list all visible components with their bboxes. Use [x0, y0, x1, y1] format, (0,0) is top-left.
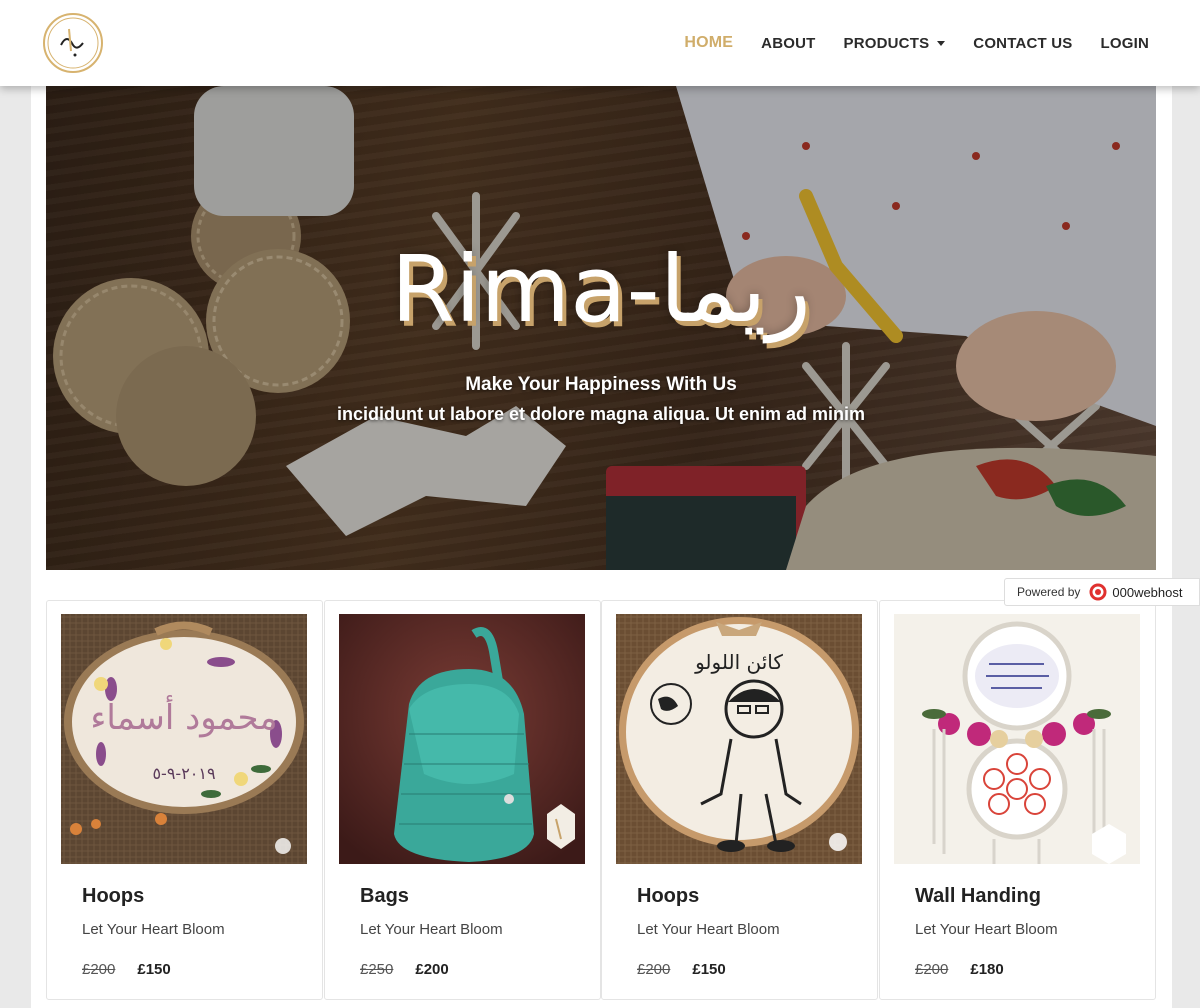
hero-subtitle: Make Your Happiness With Us [465, 374, 737, 395]
product-image-embroidery-hoop[interactable]: محمود أسماء ٢٠١٩-٩-٥ [61, 614, 307, 864]
webhost-logo-icon [1089, 583, 1107, 601]
product-description: Let Your Heart Bloom [360, 921, 503, 938]
product-prices: £250 £200 [360, 961, 449, 978]
product-card[interactable]: كائن اللولو Hoops Let Your Heart Bloom £… [601, 600, 878, 1000]
new-price: £180 [970, 961, 1004, 978]
product-title[interactable]: Bags [360, 885, 409, 908]
product-image-wall-hanging[interactable] [894, 614, 1140, 864]
product-title[interactable]: Wall Handing [915, 885, 1041, 908]
old-price: £250 [360, 961, 394, 978]
old-price: £200 [637, 961, 671, 978]
powered-by-brand: 000webhost [1112, 584, 1183, 600]
nav-about[interactable]: ABOUT [761, 35, 815, 52]
nav-contact[interactable]: CONTACT US [973, 35, 1072, 52]
hero-title: Rima-ريما [391, 236, 811, 343]
powered-by-label: Powered by [1017, 585, 1081, 599]
product-card[interactable]: محمود أسماء ٢٠١٩-٩-٥ Hoops Let Your Hear… [46, 600, 323, 1000]
product-description: Let Your Heart Bloom [915, 921, 1058, 938]
product-prices: £200 £150 [637, 961, 726, 978]
product-image-portrait-hoop[interactable]: كائن اللولو [616, 614, 862, 864]
nav-products[interactable]: PRODUCTS [844, 35, 946, 52]
powered-by-badge[interactable]: Powered by 000webhost [1004, 578, 1200, 606]
old-price: £200 [82, 961, 116, 978]
nav-products-label: PRODUCTS [843, 34, 930, 52]
product-description: Let Your Heart Bloom [637, 921, 780, 938]
product-image-knit-bag[interactable] [339, 614, 585, 864]
svg-text:كائن اللولو: كائن اللولو [694, 650, 783, 674]
product-prices: £200 £180 [915, 961, 1004, 978]
hero-tagline: incididunt ut labore et dolore magna ali… [336, 404, 866, 424]
brand-logo[interactable] [43, 13, 103, 73]
new-price: £200 [415, 961, 449, 978]
old-price: £200 [915, 961, 949, 978]
navbar: HOME ABOUT PRODUCTS CONTACT US LOGIN [0, 0, 1200, 86]
product-card[interactable]: Bags Let Your Heart Bloom £250 £200 [324, 600, 601, 1000]
hero-banner: Rima-ريما Make Your Happiness With Us in… [46, 86, 1156, 570]
product-description: Let Your Heart Bloom [82, 921, 225, 938]
nav-home[interactable]: HOME [684, 34, 733, 52]
product-title[interactable]: Hoops [637, 885, 699, 908]
svg-text:٢٠١٩-٩-٥: ٢٠١٩-٩-٥ [152, 764, 215, 783]
chevron-down-icon [937, 41, 946, 47]
svg-text:محمود أسماء: محمود أسماء [90, 695, 277, 738]
nav-login[interactable]: LOGIN [1101, 35, 1150, 52]
product-title[interactable]: Hoops [82, 885, 144, 908]
product-card[interactable]: Wall Handing Let Your Heart Bloom £200 £1… [879, 600, 1156, 1000]
main-nav: HOME ABOUT PRODUCTS CONTACT US LOGIN [684, 0, 1149, 86]
new-price: £150 [137, 961, 171, 978]
new-price: £150 [692, 961, 726, 978]
product-prices: £200 £150 [82, 961, 171, 978]
